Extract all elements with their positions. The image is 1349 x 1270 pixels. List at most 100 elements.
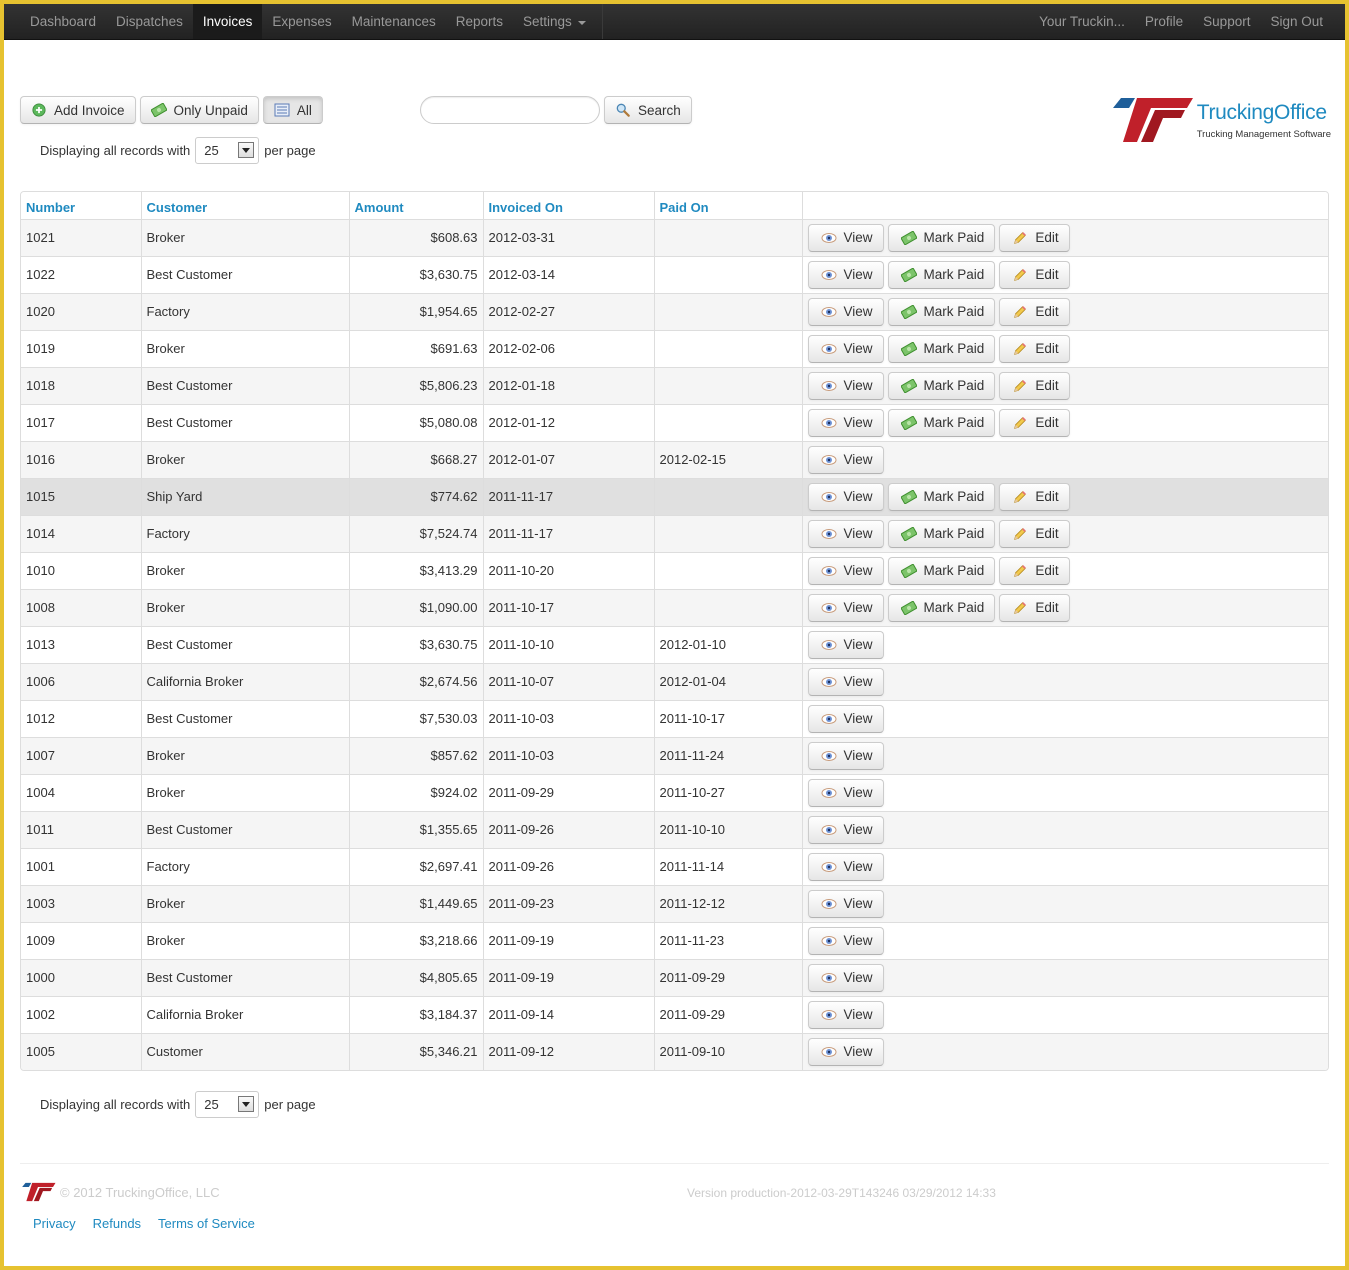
search-input[interactable] bbox=[420, 96, 600, 124]
view-button[interactable]: View bbox=[807, 1000, 884, 1029]
column-header-number[interactable]: Number bbox=[21, 192, 141, 219]
edit-button[interactable]: Edit bbox=[999, 260, 1070, 289]
nav-item-profile[interactable]: Profile bbox=[1135, 4, 1193, 39]
search-button[interactable]: Search bbox=[604, 96, 692, 124]
view-button[interactable]: View bbox=[807, 371, 884, 400]
mark-paid-button[interactable]: Mark Paid bbox=[887, 408, 996, 437]
view-button[interactable]: View bbox=[807, 519, 884, 548]
money-icon bbox=[900, 600, 917, 615]
refunds-link[interactable]: Refunds bbox=[93, 1216, 141, 1231]
view-label: View bbox=[843, 304, 873, 319]
logo-text: TruckingOffice Trucking Management Softw… bbox=[1197, 101, 1331, 140]
view-button[interactable]: View bbox=[807, 445, 884, 474]
edit-button[interactable]: Edit bbox=[999, 297, 1070, 326]
eye-icon bbox=[821, 1008, 837, 1022]
table-row: 1000 Best Customer $4,805.65 2011-09-19 2011… bbox=[21, 958, 1328, 996]
customer-name-cell: California Broker bbox=[140, 995, 349, 1033]
view-label: View bbox=[843, 970, 873, 985]
row-actions: View bbox=[807, 778, 1324, 807]
nav-item-settings[interactable]: Settings bbox=[513, 4, 596, 39]
view-button[interactable]: View bbox=[807, 852, 884, 881]
mark-paid-button[interactable]: Mark Paid bbox=[887, 556, 996, 585]
mark-paid-button[interactable]: Mark Paid bbox=[887, 297, 996, 326]
eye-icon bbox=[821, 1045, 837, 1059]
view-button[interactable]: View bbox=[807, 741, 884, 770]
nav-item-maintenances[interactable]: Maintenances bbox=[342, 4, 446, 39]
view-button[interactable]: View bbox=[807, 630, 884, 659]
add-invoice-button[interactable]: Add Invoice bbox=[20, 96, 136, 124]
brand-logo[interactable]: TruckingOffice Trucking Management Softw… bbox=[1109, 96, 1331, 144]
view-button[interactable]: View bbox=[807, 1037, 884, 1066]
all-button[interactable]: All bbox=[262, 96, 323, 124]
per-page-select[interactable]: 25 bbox=[195, 136, 260, 164]
view-button[interactable]: View bbox=[807, 334, 884, 363]
view-button[interactable]: View bbox=[807, 223, 884, 252]
customer-name-cell: Best Customer bbox=[140, 699, 349, 737]
mark-paid-button[interactable]: Mark Paid bbox=[887, 371, 996, 400]
mark-paid-button[interactable]: Mark Paid bbox=[887, 260, 996, 289]
view-button[interactable]: View bbox=[807, 482, 884, 511]
view-button[interactable]: View bbox=[807, 297, 884, 326]
actions-cell: View bbox=[801, 847, 1328, 885]
edit-button[interactable]: Edit bbox=[999, 408, 1070, 437]
eye-icon bbox=[821, 971, 837, 985]
nav-item-dashboard[interactable]: Dashboard bbox=[20, 4, 106, 39]
paid-on-cell bbox=[653, 255, 802, 293]
nav-item-your-truckin[interactable]: Your Truckin... bbox=[1029, 4, 1135, 39]
mark-paid-button[interactable]: Mark Paid bbox=[887, 334, 996, 363]
mark-paid-button[interactable]: Mark Paid bbox=[887, 593, 996, 622]
invoiced-on-cell: 2011-09-26 bbox=[482, 847, 654, 885]
nav-item-expenses[interactable]: Expenses bbox=[262, 4, 341, 39]
view-button[interactable]: View bbox=[807, 889, 884, 918]
mark-paid-button[interactable]: Mark Paid bbox=[887, 223, 996, 252]
view-button[interactable]: View bbox=[807, 408, 884, 437]
view-button[interactable]: View bbox=[807, 593, 884, 622]
amount-cell: $3,413.29 bbox=[348, 551, 483, 589]
edit-button[interactable]: Edit bbox=[999, 334, 1070, 363]
column-header-paid-on[interactable]: Paid On bbox=[653, 192, 802, 219]
edit-button[interactable]: Edit bbox=[999, 593, 1070, 622]
edit-label: Edit bbox=[1035, 304, 1059, 319]
edit-button[interactable]: Edit bbox=[999, 556, 1070, 585]
column-header-invoiced-on[interactable]: Invoiced On bbox=[482, 192, 654, 219]
per-page-value: 25 bbox=[204, 142, 219, 158]
customer-name-cell: Broker bbox=[140, 551, 349, 589]
nav-item-dispatches[interactable]: Dispatches bbox=[106, 4, 193, 39]
edit-button[interactable]: Edit bbox=[999, 371, 1070, 400]
view-button[interactable]: View bbox=[807, 260, 884, 289]
only-unpaid-button[interactable]: Only Unpaid bbox=[139, 96, 259, 124]
amount-cell: $924.02 bbox=[348, 773, 483, 811]
money-icon bbox=[900, 230, 917, 245]
view-button[interactable]: View bbox=[807, 556, 884, 585]
view-button[interactable]: View bbox=[807, 667, 884, 696]
invoices-table-wrapper: Number Customer Amount Invoiced On Paid On 1… bbox=[20, 191, 1329, 1071]
nav-item-sign-out[interactable]: Sign Out bbox=[1260, 4, 1333, 39]
customer-name-cell: Broker bbox=[140, 588, 349, 626]
nav-item-invoices[interactable]: Invoices bbox=[192, 4, 263, 39]
search-label: Search bbox=[638, 102, 681, 118]
table-row: 1011 Best Customer $1,355.65 2011-09-26 2011… bbox=[21, 810, 1328, 848]
mark-paid-button[interactable]: Mark Paid bbox=[887, 519, 996, 548]
terms-of-service-link[interactable]: Terms of Service bbox=[158, 1216, 255, 1231]
edit-button[interactable]: Edit bbox=[999, 482, 1070, 511]
eye-icon bbox=[821, 268, 837, 282]
amount-cell: $608.63 bbox=[348, 218, 483, 256]
mark-paid-button[interactable]: Mark Paid bbox=[887, 482, 996, 511]
privacy-link[interactable]: Privacy bbox=[33, 1216, 76, 1231]
view-button[interactable]: View bbox=[807, 926, 884, 955]
mark-paid-label: Mark Paid bbox=[923, 489, 985, 504]
nav-item-reports[interactable]: Reports bbox=[446, 4, 513, 39]
view-button[interactable]: View bbox=[807, 815, 884, 844]
view-button[interactable]: View bbox=[807, 963, 884, 992]
edit-button[interactable]: Edit bbox=[999, 519, 1070, 548]
customer-name-cell: Broker bbox=[140, 218, 349, 256]
view-button[interactable]: View bbox=[807, 704, 884, 733]
per-page-select[interactable]: 25 bbox=[195, 1090, 260, 1118]
table-row: 1001 Factory $2,697.41 2011-09-26 2011-11-14… bbox=[21, 847, 1328, 885]
nav-item-support[interactable]: Support bbox=[1193, 4, 1260, 39]
view-button[interactable]: View bbox=[807, 778, 884, 807]
column-header-amount[interactable]: Amount bbox=[348, 192, 483, 219]
edit-button[interactable]: Edit bbox=[999, 223, 1070, 252]
column-header-customer[interactable]: Customer bbox=[140, 192, 349, 219]
paid-on-cell bbox=[653, 218, 802, 256]
